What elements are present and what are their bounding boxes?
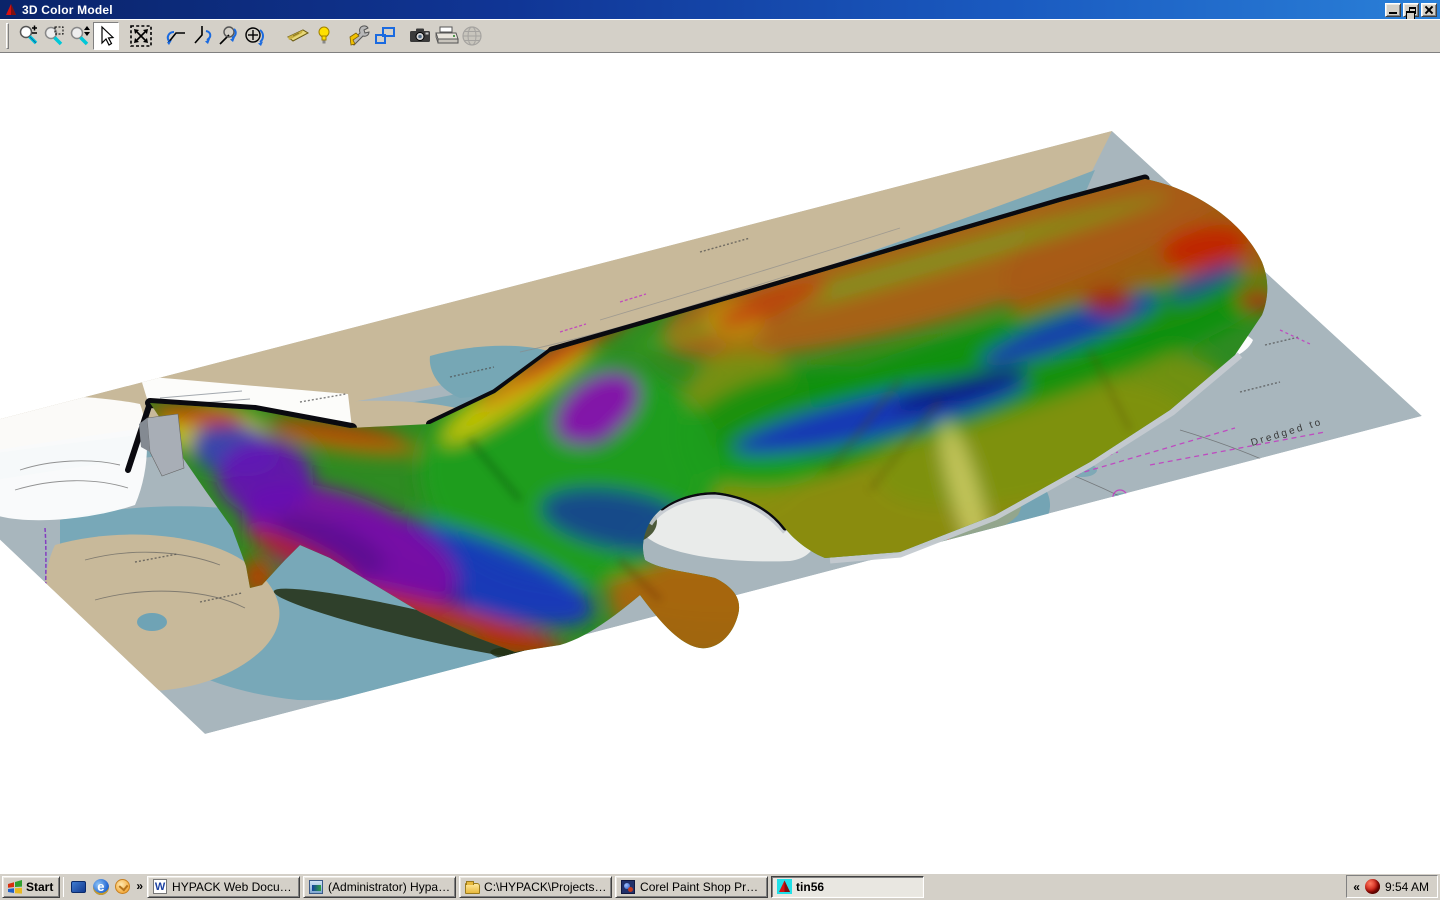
- paintshop-icon: [620, 879, 636, 895]
- printer-icon: [433, 23, 459, 49]
- toolbar-button-rotate-spin[interactable]: [241, 22, 267, 50]
- camera-icon: [407, 23, 433, 49]
- toolbar-button-print[interactable]: [433, 22, 459, 50]
- toolbar-button-fit-to-view[interactable]: [128, 22, 154, 50]
- tray-app-icon[interactable]: [1365, 879, 1380, 894]
- lightbulb-icon: [311, 23, 337, 49]
- toolbar-button-tile-windows[interactable]: [372, 22, 398, 50]
- hypack-shell-icon: [308, 879, 324, 895]
- toolbar-button-color-bands[interactable]: [285, 22, 311, 50]
- taskbar: Start e » W HYPACK Web Document... (Admi…: [0, 873, 1440, 900]
- rotate-z-icon: [215, 23, 241, 49]
- tin-model-icon: [776, 879, 792, 895]
- close-button[interactable]: [1421, 3, 1437, 17]
- app-window: 3D Color Model: [0, 0, 1440, 873]
- system-tray: « 9:54 AM: [1346, 875, 1438, 898]
- rotate-x-icon: [163, 23, 189, 49]
- toolbar: [0, 19, 1440, 53]
- tray-collapse-chevron[interactable]: «: [1353, 880, 1360, 894]
- minimize-button[interactable]: [1385, 3, 1401, 17]
- task-button-tin56[interactable]: tin56: [771, 876, 924, 898]
- fit-extents-icon: [128, 23, 154, 49]
- toolbar-button-rotate-x[interactable]: [163, 22, 189, 50]
- toolbar-button-zoom[interactable]: [15, 22, 41, 50]
- task-button-projects-folder[interactable]: C:\HYPACK\Projects\Del...: [459, 876, 612, 898]
- zoom-icon: [16, 24, 40, 48]
- tile-windows-icon: [372, 23, 398, 49]
- toolbar-button-lighting[interactable]: [311, 22, 337, 50]
- globe-icon: [459, 23, 485, 49]
- app-pyramid-icon: [4, 3, 18, 17]
- toolbar-button-snapshot[interactable]: [407, 22, 433, 50]
- toolbar-button-rotate-y[interactable]: [189, 22, 215, 50]
- 3d-model-viewport[interactable]: Dredged to: [0, 53, 1440, 873]
- rotate-spin-icon: [241, 23, 267, 49]
- show-desktop-icon[interactable]: [70, 878, 87, 895]
- zoom-window-icon: [42, 24, 66, 48]
- toolbar-button-rotate-z[interactable]: [215, 22, 241, 50]
- word-document-icon: W: [152, 879, 168, 895]
- window-title: 3D Color Model: [22, 3, 113, 17]
- internet-explorer-icon[interactable]: e: [92, 878, 109, 895]
- restore-button[interactable]: [1403, 3, 1419, 17]
- close-icon: [1425, 6, 1433, 14]
- zoom-vertical-scale-icon: [68, 24, 92, 48]
- start-button[interactable]: Start: [2, 876, 60, 898]
- toolbar-button-options[interactable]: [346, 22, 372, 50]
- restore-icon: [1409, 7, 1416, 14]
- pointer-icon: [94, 24, 118, 48]
- rotate-y-icon: [189, 23, 215, 49]
- tray-clock[interactable]: 9:54 AM: [1385, 880, 1429, 894]
- windows-logo-icon: [7, 880, 23, 894]
- task-button-hypack-web-document[interactable]: W HYPACK Web Document...: [147, 876, 300, 898]
- task-button-paint-shop-pro[interactable]: Corel Paint Shop Pro Phot...: [615, 876, 768, 898]
- title-bar[interactable]: 3D Color Model: [0, 0, 1440, 19]
- toolbar-button-web-globe[interactable]: [459, 22, 485, 50]
- 3d-scene: Dredged to: [0, 53, 1440, 873]
- taskbar-separator: [63, 877, 64, 897]
- toolbar-button-select-pointer[interactable]: [93, 22, 119, 50]
- folder-icon: [464, 879, 480, 895]
- minimize-icon: [1389, 12, 1397, 14]
- start-label: Start: [26, 880, 53, 894]
- toolbar-gripper[interactable]: [6, 23, 9, 49]
- toolbar-button-zoom-window[interactable]: [41, 22, 67, 50]
- quick-launch-overflow-chevron[interactable]: »: [134, 879, 147, 895]
- color-band-icon: [285, 23, 311, 49]
- task-button-hypack-shell[interactable]: (Administrator) Hypack - ...: [303, 876, 456, 898]
- quick-launch-bar: e: [67, 878, 134, 895]
- live-update-icon[interactable]: [114, 878, 131, 895]
- toolbar-button-zoom-vertical-scale[interactable]: [67, 22, 93, 50]
- tools-icon: [346, 23, 372, 49]
